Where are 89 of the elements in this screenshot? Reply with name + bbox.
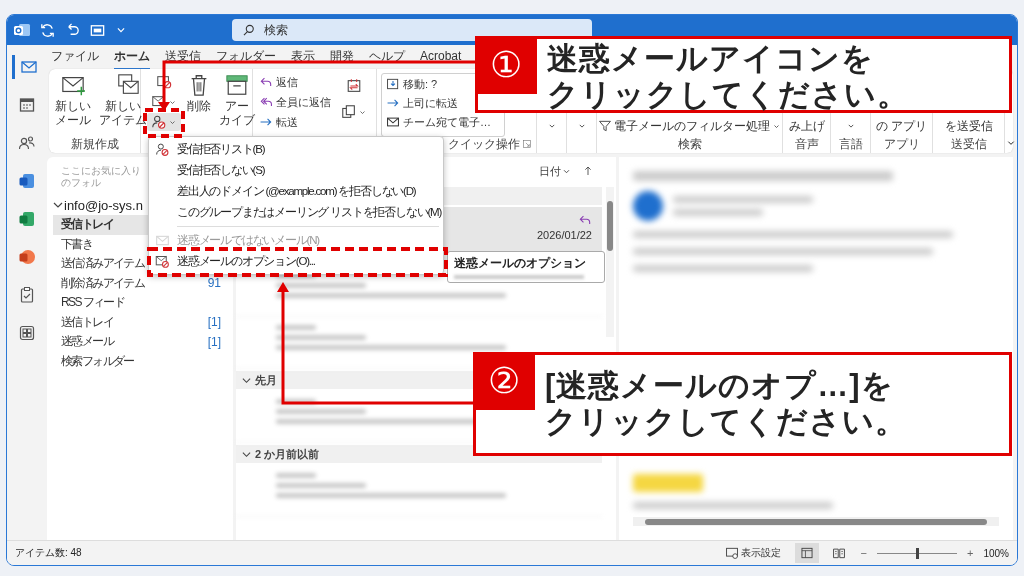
ribbon-tab[interactable]: 開発 xyxy=(330,44,354,70)
mail-icon xyxy=(19,58,38,76)
step-number: ① xyxy=(475,36,537,94)
view-settings-button[interactable]: 表示設定 xyxy=(718,545,787,561)
date-group-header[interactable]: 先月 xyxy=(240,371,279,389)
people-icon xyxy=(18,134,36,152)
normal-view-button[interactable] xyxy=(794,543,819,563)
quick-step[interactable]: 移動: ? xyxy=(384,75,440,93)
ribbon-button[interactable]: を送受信 xyxy=(942,115,995,137)
ribbon-button[interactable]: み上げ xyxy=(786,115,827,137)
reply-button[interactable]: 返信 xyxy=(257,73,333,91)
person-block-icon xyxy=(155,142,170,157)
junk-mail-button[interactable] xyxy=(147,113,181,131)
ribbon-button[interactable]: の アプリ xyxy=(873,115,930,137)
forward-button[interactable]: 転送 xyxy=(257,113,333,131)
unread-count: [1] xyxy=(207,334,221,349)
calendar-icon xyxy=(18,96,36,114)
move-icon xyxy=(386,77,400,91)
monitor-icon xyxy=(724,546,739,560)
folder-item[interactable]: RSS フィード xyxy=(53,293,229,313)
document-app-icon xyxy=(18,172,36,190)
unread-count: 91 xyxy=(207,276,221,291)
instruction-text: 迷惑メールアイコンを クリックしてください。 xyxy=(546,40,909,110)
copies-icon xyxy=(341,104,357,120)
envelope-icon xyxy=(155,233,170,248)
slider-thumb[interactable] xyxy=(916,547,919,559)
ribbon-tab[interactable]: 送受信 xyxy=(165,44,201,70)
ribbon-tab[interactable]: ファイル xyxy=(51,44,99,70)
folder-item[interactable]: 迷惑メール [1] xyxy=(53,332,229,352)
ribbon-tab[interactable]: ヘルプ xyxy=(369,44,405,70)
group-label: クイック操作 xyxy=(448,135,520,153)
group-label: 検索 xyxy=(677,135,702,153)
clipboard-icon xyxy=(18,286,36,304)
folder-item[interactable]: 削除済みアイテム 91 xyxy=(53,273,229,293)
calendar-icon xyxy=(346,78,362,94)
favorites-hint: ここにお気に入りのフォル xyxy=(60,165,141,189)
group-label: 音声 xyxy=(794,135,819,153)
ribbon-tab[interactable]: Acrobat xyxy=(420,46,462,68)
grid-icon xyxy=(18,324,36,342)
instruction-text: [迷惑メールのオプ…]を クリックしてください。 xyxy=(544,368,907,440)
sort-direction-icon[interactable] xyxy=(582,165,594,177)
scrollbar[interactable] xyxy=(633,517,999,526)
filter-icon xyxy=(598,119,612,133)
new-mail-button[interactable]: 新しい メール xyxy=(53,73,93,137)
folder-item[interactable]: 検索フォルダー xyxy=(53,351,229,371)
zoom-in-button[interactable]: + xyxy=(965,547,976,559)
book-icon xyxy=(831,546,846,560)
sort-button[interactable]: 日付 xyxy=(533,162,578,180)
mail-block-icon xyxy=(155,254,170,269)
stacked-mail-icon xyxy=(115,73,140,97)
mail-icon xyxy=(386,115,400,129)
filter-email-button[interactable]: 電子メールのフィルター処理 xyxy=(596,115,783,137)
item-count: アイテム数: 48 xyxy=(15,546,82,560)
group-label: アプリ xyxy=(883,135,920,153)
layout-icon xyxy=(799,546,814,560)
ribbon-tab[interactable]: フォルダー xyxy=(216,44,276,70)
ribbon-tab[interactable]: 表示 xyxy=(291,44,315,70)
folder-item[interactable]: 送信トレイ [1] xyxy=(53,312,229,332)
reply-arrow-icon xyxy=(578,213,592,227)
presentation-app-icon xyxy=(18,248,36,266)
group-label: 言語 xyxy=(838,135,863,153)
reply-all-button[interactable]: 全員に返信 xyxy=(257,93,333,111)
menu-item[interactable]: 迷惑メールのオプション(O)... xyxy=(149,251,443,272)
menu-item[interactable]: 差出人のドメイン (@example.com) を拒否しない(D) xyxy=(149,181,443,202)
group-label: 送受信 xyxy=(950,135,987,153)
spreadsheet-app-icon xyxy=(18,210,36,228)
step-number: ② xyxy=(473,352,535,410)
chevron-icon xyxy=(242,449,251,459)
quick-step[interactable]: チーム宛て電子… xyxy=(384,113,493,131)
zoom-level: 100% xyxy=(983,547,1009,559)
scrollbar[interactable] xyxy=(606,187,614,337)
chevron-icon xyxy=(242,375,251,385)
zoom-out-button[interactable]: − xyxy=(858,547,869,559)
unread-count: [1] xyxy=(207,315,221,330)
archive-box-icon xyxy=(225,73,249,97)
sync-icon[interactable] xyxy=(39,21,56,39)
quick-step[interactable]: 上司に転送 xyxy=(384,94,460,112)
search-field[interactable]: 検索 xyxy=(232,19,592,41)
chevron-icon xyxy=(53,200,63,210)
mail-block-icon xyxy=(156,74,172,90)
person-block-icon xyxy=(151,114,167,130)
group-label: 新規作成 xyxy=(69,137,120,151)
message-date: 2026/01/22 xyxy=(536,229,592,241)
tooltip-title: 迷惑メールのオプション xyxy=(454,255,587,272)
menu-item[interactable]: 受信拒否しない(S) xyxy=(149,160,443,181)
reply-arrow-icon xyxy=(259,75,273,89)
menu-item[interactable]: 受信拒否リスト(B) xyxy=(149,139,443,160)
app-logo-icon xyxy=(13,21,31,39)
reply-all-arrow-icon xyxy=(259,95,273,109)
